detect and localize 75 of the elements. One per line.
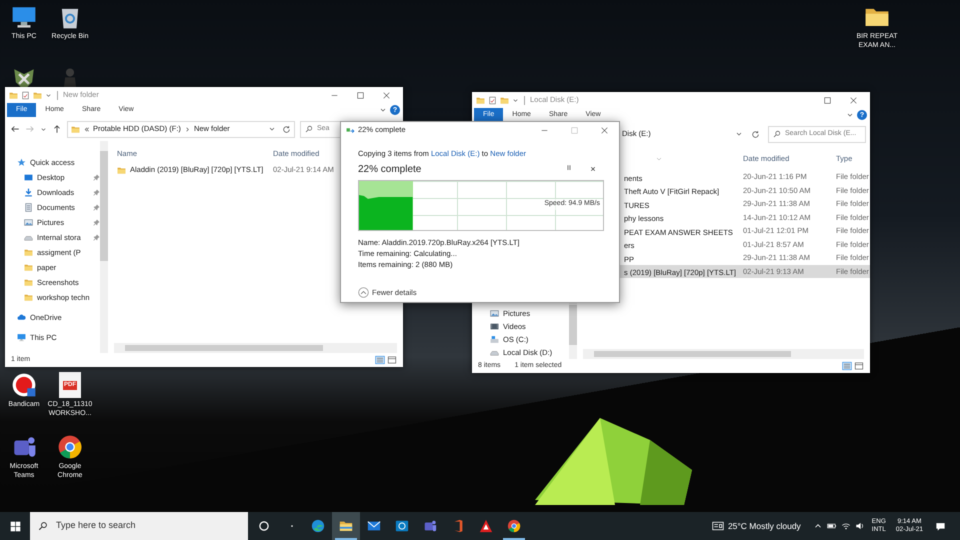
properties-icon[interactable]: [488, 96, 497, 104]
progress-heading: 22% complete: [358, 162, 422, 177]
browser-logo-icon: [57, 434, 83, 460]
up-arrow-icon[interactable]: [52, 124, 62, 134]
mail-icon: [367, 519, 381, 533]
dropdown-caret-icon[interactable]: [735, 130, 743, 138]
wifi-icon[interactable]: [840, 521, 851, 531]
battery-icon[interactable]: [826, 521, 837, 531]
search-icon: [305, 125, 313, 133]
desktop-icon: [24, 173, 33, 182]
folder-icon: [24, 248, 33, 257]
copy-icon: [346, 126, 355, 134]
windows-icon: [10, 520, 20, 532]
star-icon: [17, 158, 26, 167]
caret-icon[interactable]: [512, 96, 519, 104]
dropdown-caret-icon[interactable]: [268, 125, 276, 133]
close-icon: [382, 90, 390, 100]
details-view-icon[interactable]: [375, 355, 385, 365]
edge-browser-icon: [311, 519, 325, 533]
cloud-icon: [17, 313, 26, 322]
folder-icon: [71, 124, 80, 134]
search-placeholder: Type here to search: [56, 519, 136, 532]
tiles-view-icon[interactable]: [387, 355, 397, 365]
system-drive-icon: [490, 335, 499, 344]
picture-icon: [24, 218, 33, 227]
browser-logo-icon: [507, 519, 521, 533]
refresh-icon[interactable]: [282, 124, 291, 134]
drive-icon: [490, 348, 499, 357]
folder-icon: [117, 166, 126, 174]
drive-icon: [24, 233, 33, 242]
vertical-scrollbar[interactable]: [100, 141, 108, 353]
close-icon: [600, 126, 608, 134]
taskbar-app[interactable]: [332, 512, 360, 540]
refresh-icon[interactable]: [751, 130, 760, 138]
caret-icon[interactable]: [45, 92, 52, 98]
collapse-icon: [358, 287, 369, 298]
chevron-icon[interactable]: [184, 126, 191, 132]
close-icon: [848, 96, 858, 104]
taskbar-search-field[interactable]: Type here to search: [30, 512, 248, 540]
notification-icon[interactable]: [935, 520, 946, 532]
details-view-icon[interactable]: [842, 361, 852, 371]
record-icon: [11, 372, 37, 398]
acrobat-logo-icon: [479, 519, 493, 533]
sort-caret-icon[interactable]: [655, 155, 663, 163]
horizontal-scrollbar[interactable]: [114, 343, 397, 353]
maximize-icon: [570, 126, 578, 134]
expand-chevron-icon[interactable]: [379, 106, 387, 114]
dell-logo-icon: [395, 519, 409, 533]
cancel-button[interactable]: ×: [586, 162, 600, 176]
back-arrow-icon[interactable]: [10, 124, 20, 134]
maximize-icon: [822, 96, 832, 104]
recent-caret-icon[interactable]: [40, 126, 47, 132]
search-icon: [38, 521, 48, 531]
teams-logo-icon: [423, 519, 437, 533]
folder-icon: [24, 278, 33, 287]
file-explorer-icon: [339, 519, 353, 533]
download-arrow-icon: [24, 188, 33, 197]
picture-icon: [490, 309, 499, 318]
horizontal-scrollbar[interactable]: [583, 349, 864, 359]
search-icon: [773, 130, 781, 138]
properties-icon[interactable]: [21, 90, 30, 100]
expand-chevron-icon[interactable]: [846, 111, 854, 119]
monitor-icon: [17, 333, 26, 342]
circle-icon: [258, 520, 270, 532]
film-icon: [490, 322, 499, 331]
maximize-icon: [356, 90, 364, 100]
news-icon[interactable]: [712, 520, 724, 532]
tiles-view-icon[interactable]: [854, 361, 864, 371]
weather-text[interactable]: 25°C Mostly cloudy: [728, 520, 801, 532]
double-chevron-icon[interactable]: [83, 126, 90, 132]
speaker-icon[interactable]: [854, 521, 865, 531]
document-icon: [24, 203, 33, 212]
speed-area-drawing: [359, 194, 413, 230]
folder-icon: [24, 293, 33, 302]
folder-icon: [24, 263, 33, 272]
